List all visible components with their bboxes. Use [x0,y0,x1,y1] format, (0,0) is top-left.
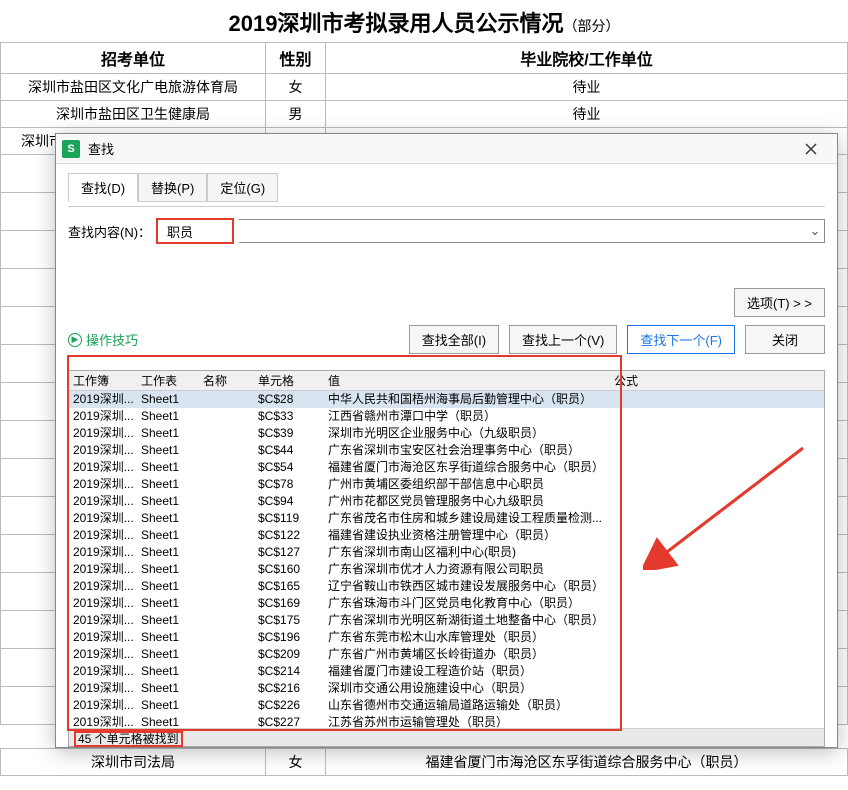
col-name[interactable]: 名称 [203,372,258,389]
col-unit-header: 招考单位 [1,43,266,74]
find-next-button[interactable]: 查找下一个(F) [627,325,735,354]
result-row[interactable]: 2019深圳...Sheet1$C$78广州市黄埔区委组织部干部信息中心职员 [69,476,824,493]
result-row[interactable]: 2019深圳...Sheet1$C$122福建省建设执业资格注册管理中心（职员） [69,527,824,544]
result-row[interactable]: 2019深圳...Sheet1$C$216深圳市交通公用设施建设中心（职员） [69,680,824,697]
find-all-button[interactable]: 查找全部(I) [409,325,499,354]
col-school-header: 毕业院校/工作单位 [326,43,848,74]
table-cell[interactable]: 待业 [326,101,848,128]
find-prev-button[interactable]: 查找上一个(V) [509,325,617,354]
tab-goto[interactable]: 定位(G) [207,173,278,202]
app-icon: S [62,140,80,158]
result-row[interactable]: 2019深圳...Sheet1$C$227江苏省苏州市运输管理处（职员） [69,714,824,728]
result-row[interactable]: 2019深圳...Sheet1$C$226山东省德州市交通运输局道路运输处（职员… [69,697,824,714]
chevron-down-icon[interactable]: ⌄ [806,223,824,239]
dialog-titlebar[interactable]: S 查找 [56,134,837,164]
table-cell[interactable]: 深圳市司法局 [1,749,266,776]
col-gender-header: 性别 [266,43,326,74]
result-row[interactable]: 2019深圳...Sheet1$C$196广东省东莞市松木山水库管理处（职员） [69,629,824,646]
result-row[interactable]: 2019深圳...Sheet1$C$119广东省茂名市住房和城乡建设局建设工程质… [69,510,824,527]
result-row[interactable]: 2019深圳...Sheet1$C$165辽宁省鞍山市铁西区城市建设发展服务中心… [69,578,824,595]
result-row[interactable]: 2019深圳...Sheet1$C$54福建省厦门市海沧区东孚街道综合服务中心（… [69,459,824,476]
table-cell[interactable]: 女 [266,74,326,101]
table-cell[interactable]: 深圳市盐田区卫生健康局 [1,101,266,128]
table-cell[interactable]: 男 [266,101,326,128]
close-icon[interactable] [791,135,831,163]
status-text: 45 个单元格被找到 [75,732,182,746]
result-row[interactable]: 2019深圳...Sheet1$C$209广东省广州市黄埔区长岭街道办（职员） [69,646,824,663]
result-row[interactable]: 2019深圳...Sheet1$C$175广东省深圳市光明区新湖街道土地整备中心… [69,612,824,629]
result-row[interactable]: 2019深圳...Sheet1$C$214福建省厦门市建设工程造价站（职员） [69,663,824,680]
col-value[interactable]: 值 [328,372,614,389]
result-row[interactable]: 2019深圳...Sheet1$C$39深圳市光明区企业服务中心（九级职员） [69,425,824,442]
result-row[interactable]: 2019深圳...Sheet1$C$44广东省深圳市宝安区社会治理事务中心（职员… [69,442,824,459]
dialog-title: 查找 [88,139,791,158]
find-label: 查找内容(N)： [68,222,151,241]
table-cell[interactable]: 女 [266,749,326,776]
table-cell[interactable]: 福建省厦门市海沧区东孚街道综合服务中心（职员） [326,749,848,776]
sheet-title: 2019深圳市考拟录用人员公示情况（部分） [0,0,848,42]
find-input[interactable] [161,222,211,241]
table-cell[interactable]: 待业 [326,74,848,101]
col-workbook[interactable]: 工作簿 [69,372,141,389]
options-button[interactable]: 选项(T) > > [734,288,825,317]
col-formula[interactable]: 公式 [614,372,824,389]
result-row[interactable]: 2019深圳...Sheet1$C$33江西省赣州市潭口中学（职员） [69,408,824,425]
col-cell[interactable]: 单元格 [258,372,328,389]
close-button[interactable]: 关闭 [745,325,825,354]
result-row[interactable]: 2019深圳...Sheet1$C$127广东省深圳市南山区福利中心(职员) [69,544,824,561]
result-row[interactable]: 2019深圳...Sheet1$C$28中华人民共和国梧州海事局后勤管理中心（职… [69,391,824,408]
results-list[interactable]: 工作簿 工作表 名称 单元格 值 公式 2019深圳...Sheet1$C$28… [68,370,825,747]
find-dialog: S 查找 查找(D) 替换(P) 定位(G) 查找内容(N)： ⌄ 选项 [55,133,838,748]
tips-link[interactable]: ▶ 操作技巧 [68,330,138,349]
table-cell[interactable]: 深圳市盐田区文化广电旅游体育局 [1,74,266,101]
col-worksheet[interactable]: 工作表 [141,372,203,389]
play-icon: ▶ [68,333,82,347]
tab-find[interactable]: 查找(D) [68,173,138,202]
result-row[interactable]: 2019深圳...Sheet1$C$169广东省珠海市斗门区党员电化教育中心（职… [69,595,824,612]
result-row[interactable]: 2019深圳...Sheet1$C$160广东省深圳市优才人力资源有限公司职员 [69,561,824,578]
result-row[interactable]: 2019深圳...Sheet1$C$94广州市花都区党员管理服务中心九级职员 [69,493,824,510]
tab-replace[interactable]: 替换(P) [138,173,207,202]
